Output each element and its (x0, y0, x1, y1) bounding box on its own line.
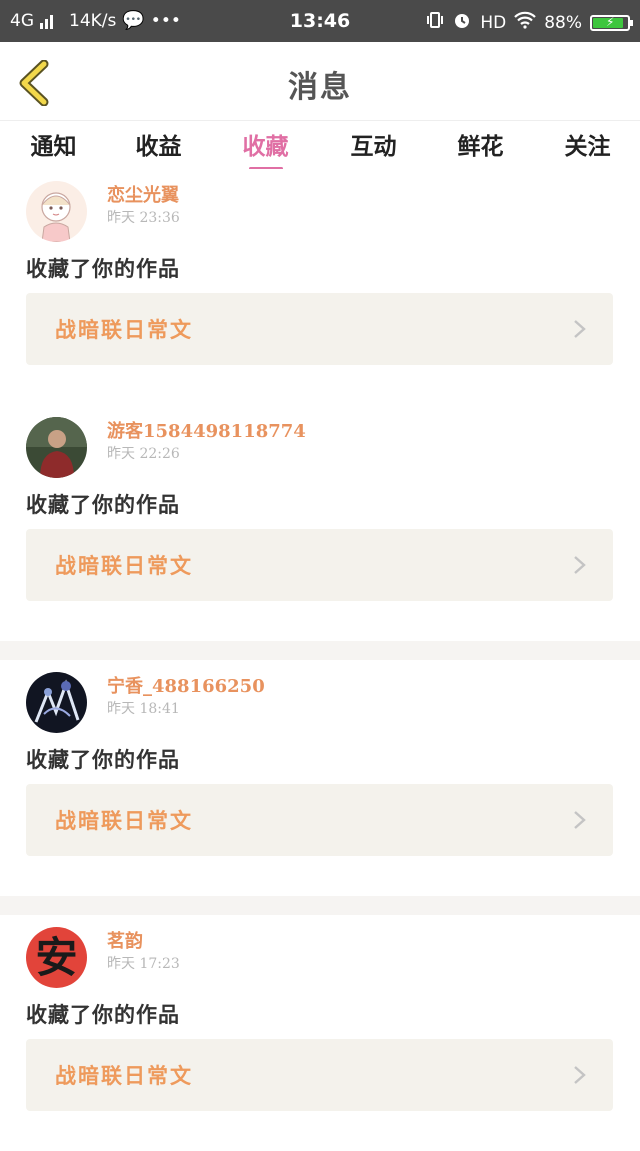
message-card: 安 茗韵 昨天 17:23 收藏了你的作品 战暗联日常文 (0, 915, 640, 1151)
username[interactable]: 宁香_488166250 (107, 672, 265, 698)
anime-girl-avatar-icon (26, 181, 87, 242)
battery-percent: 88% (544, 12, 582, 33)
page-title: 消息 (288, 70, 352, 105)
tab-flowers[interactable]: 鲜花 (427, 127, 534, 161)
status-right: HD 88% ⚡ (426, 10, 633, 35)
work-link[interactable]: 战暗联日常文 (26, 1039, 613, 1111)
chevron-right-icon (574, 811, 586, 829)
chevron-right-icon (574, 556, 586, 574)
tab-label: 收益 (135, 133, 182, 160)
avatar[interactable] (26, 417, 87, 478)
tab-label: 通知 (30, 133, 77, 160)
username[interactable]: 恋尘光翼 (107, 181, 179, 207)
timestamp: 昨天 17:23 (107, 956, 180, 972)
work-title: 战暗联日常文 (55, 317, 193, 342)
tab-favorites[interactable]: 收藏 (212, 127, 319, 170)
tab-earnings[interactable]: 收益 (105, 127, 212, 161)
action-text: 收藏了你的作品 (26, 1002, 180, 1027)
tab-label: 鲜花 (457, 133, 504, 160)
message-card: 游客1584498118774 昨天 22:26 收藏了你的作品 战暗联日常文 (0, 405, 640, 641)
work-title: 战暗联日常文 (55, 1063, 193, 1088)
message-card: 宁香_488166250 昨天 18:41 收藏了你的作品 战暗联日常文 (0, 660, 640, 896)
man-photo-avatar-icon (26, 417, 87, 478)
timestamp: 昨天 18:41 (107, 701, 180, 717)
username[interactable]: 茗韵 (107, 927, 143, 953)
tab-label: 收藏 (242, 133, 289, 160)
chevron-right-icon (574, 1066, 586, 1084)
avatar[interactable] (26, 672, 87, 733)
username[interactable]: 游客1584498118774 (107, 417, 306, 443)
tab-following[interactable]: 关注 (534, 127, 640, 161)
status-bar: 4G 14K/s 💬 ••• 13:46 HD 88% ⚡ (0, 0, 640, 42)
tab-label: 互动 (350, 133, 397, 160)
red-character-avatar-icon: 安 (35, 933, 78, 982)
avatar[interactable]: 安 (26, 927, 87, 988)
work-link[interactable]: 战暗联日常文 (26, 784, 613, 856)
vibrate-icon (426, 11, 444, 34)
work-title: 战暗联日常文 (55, 808, 193, 833)
action-text: 收藏了你的作品 (26, 256, 180, 281)
message-card: 恋尘光翼 昨天 23:36 收藏了你的作品 战暗联日常文 (0, 169, 640, 405)
dark-art-avatar-icon (26, 672, 87, 733)
tab-interactions[interactable]: 互动 (320, 127, 427, 161)
battery-icon: ⚡ (590, 14, 633, 31)
timestamp: 昨天 22:26 (107, 446, 180, 462)
avatar[interactable] (26, 181, 87, 242)
alarm-icon (452, 10, 472, 35)
tab-label: 关注 (564, 133, 611, 160)
header: 消息 (0, 42, 640, 121)
wifi-icon (514, 11, 536, 34)
timestamp: 昨天 23:36 (107, 210, 180, 226)
tab-notifications[interactable]: 通知 (0, 127, 107, 161)
work-link[interactable]: 战暗联日常文 (26, 529, 613, 601)
chevron-right-icon (574, 320, 586, 338)
hd-label: HD (480, 12, 507, 33)
tab-bar: 通知 收益 收藏 互动 鲜花 关注 (0, 121, 640, 170)
action-text: 收藏了你的作品 (26, 747, 180, 772)
work-link[interactable]: 战暗联日常文 (26, 293, 613, 365)
work-title: 战暗联日常文 (55, 553, 193, 578)
action-text: 收藏了你的作品 (26, 492, 180, 517)
